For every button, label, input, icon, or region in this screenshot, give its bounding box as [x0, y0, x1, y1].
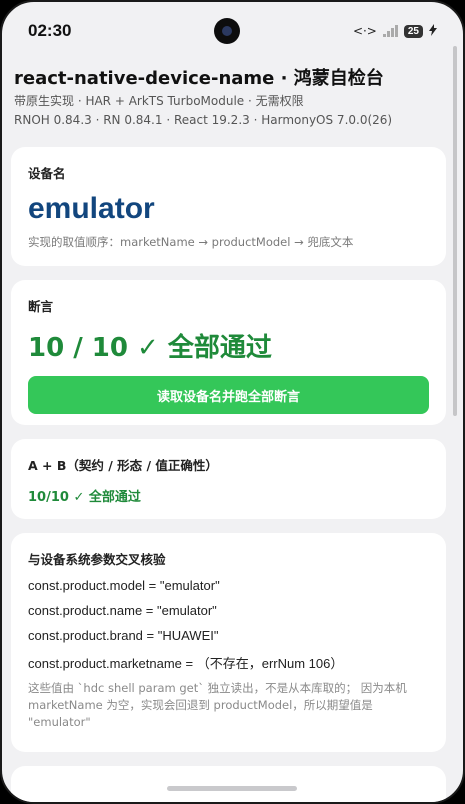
cross-check-note: 这些值由 `hdc shell param get` 独立读出，不是从本库取的；… — [28, 681, 407, 729]
device-name-value: emulator — [28, 192, 155, 225]
page-subtitle: 带原生实现 · HAR + ArkTS TurboModule · 无需权限 — [14, 94, 304, 108]
ab-label: A + B（契约 / 形态 / 值正确性） — [28, 458, 218, 473]
status-time: 02:30 — [28, 21, 72, 40]
front-camera — [214, 18, 240, 44]
page-header: react-native-device-name · 鸿蒙自检台 带原生实现 ·… — [14, 66, 454, 130]
charging-icon — [429, 23, 437, 39]
page-title: react-native-device-name · 鸿蒙自检台 — [14, 68, 384, 89]
ab-card: A + B（契约 / 形态 / 值正确性） 10/10 ✓ 全部通过 — [11, 439, 446, 519]
run-assertions-button[interactable]: 读取设备名并跑全部断言 — [28, 376, 429, 414]
network-icon: <·> — [352, 24, 377, 38]
version-info: RNOH 0.84.3 · RN 0.84.1 · React 19.2.3 ·… — [14, 113, 393, 127]
home-indicator[interactable] — [167, 786, 297, 791]
cross-check-label: 与设备系统参数交叉核验 — [28, 552, 166, 567]
param-product-name: const.product.name = "emulator" — [28, 603, 217, 618]
device-name-label: 设备名 — [28, 166, 66, 181]
next-card-peek — [11, 766, 446, 802]
cross-check-card: 与设备系统参数交叉核验 const.product.model = "emula… — [11, 533, 446, 752]
param-product-model: const.product.model = "emulator" — [28, 578, 220, 593]
assertion-label: 断言 — [28, 299, 54, 314]
ab-result: 10/10 ✓ 全部通过 — [28, 490, 141, 505]
device-name-hint: 实现的取值顺序：marketName → productModel → 兜底文本 — [28, 235, 354, 249]
param-product-brand: const.product.brand = "HUAWEI" — [28, 628, 219, 643]
device-name-card: 设备名 emulator 实现的取值顺序：marketName → produc… — [11, 147, 446, 266]
signal-icon — [382, 25, 398, 37]
status-icons: <·> 25 — [352, 23, 437, 39]
param-product-marketname: const.product.marketname = （不存在，errNum 1… — [28, 656, 344, 671]
device-screen: 02:30 <·> 25 react-native-device-name · … — [0, 0, 465, 804]
assertion-card: 断言 10 / 10 ✓ 全部通过 读取设备名并跑全部断言 — [11, 280, 446, 425]
assertion-result: 10 / 10 ✓ 全部通过 — [28, 333, 272, 363]
battery-icon: 25 — [403, 24, 423, 38]
